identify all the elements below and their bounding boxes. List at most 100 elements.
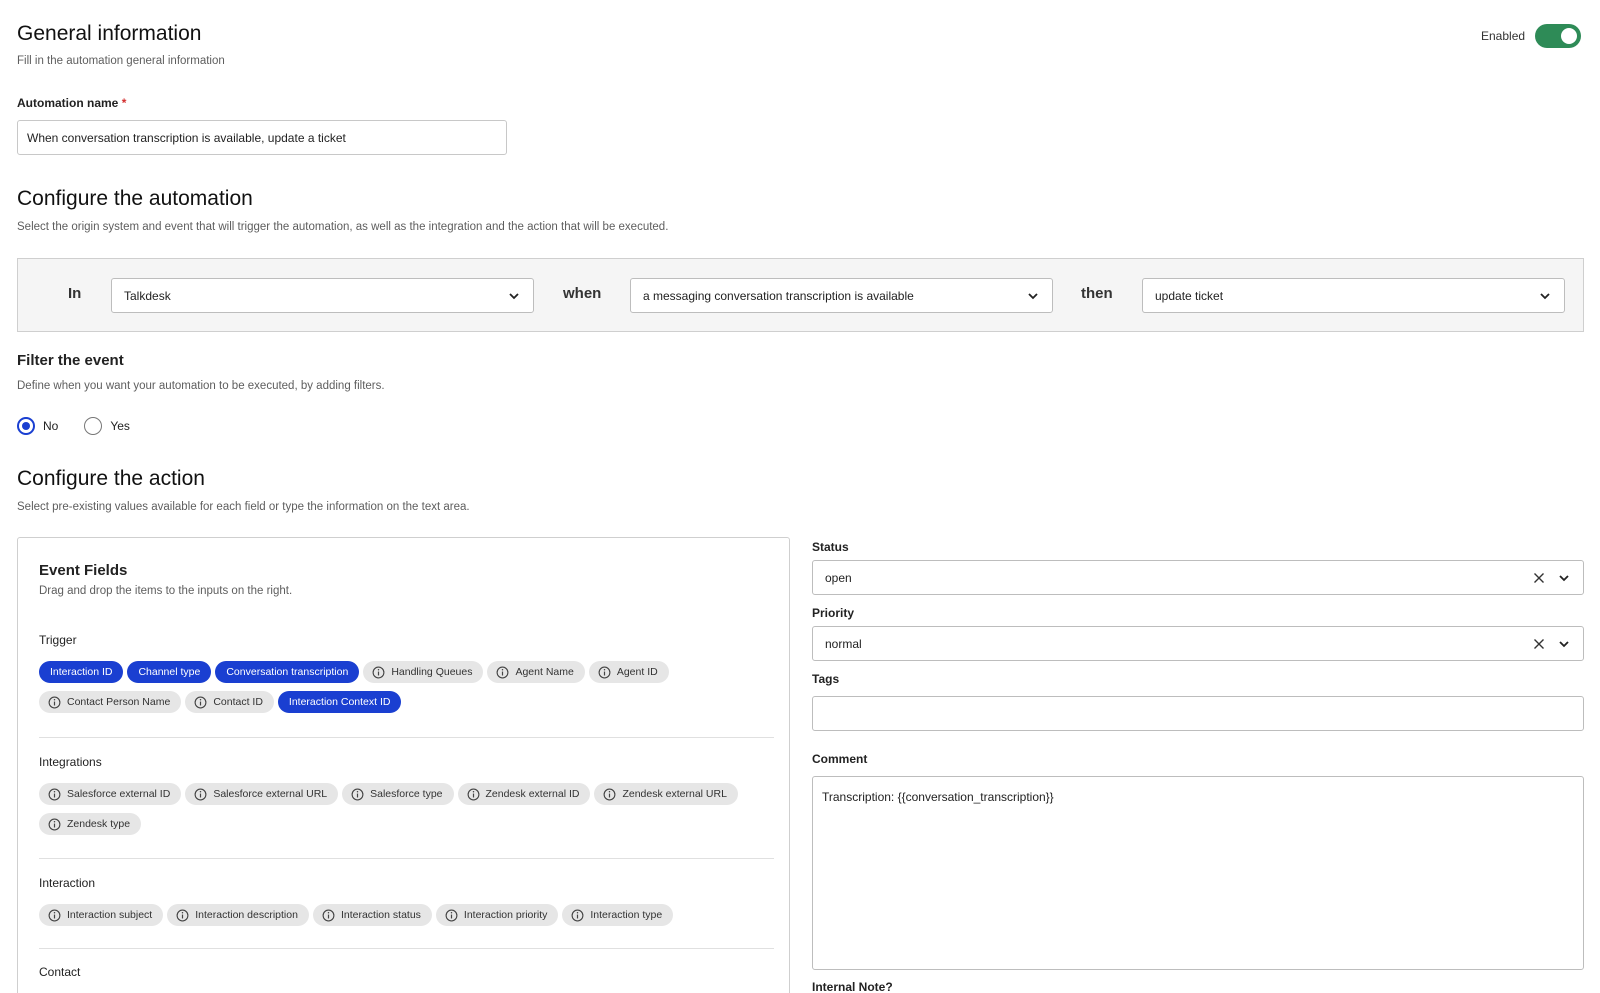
info-icon <box>351 788 364 800</box>
field-chip[interactable]: Interaction ID <box>39 661 124 683</box>
close-icon[interactable] <box>1533 638 1545 650</box>
origin-system-value: Talkdesk <box>124 288 171 303</box>
enabled-toggle[interactable] <box>1535 24 1582 48</box>
chevron-down-icon[interactable] <box>1557 571 1571 585</box>
info-icon <box>467 788 479 800</box>
when-label: when <box>563 285 602 302</box>
group-title-trigger: Trigger <box>39 633 77 647</box>
chips-integrations: Salesforce external ID Salesforce externa… <box>39 783 769 835</box>
enabled-label: Enabled <box>1481 29 1526 43</box>
chevron-down-icon <box>1540 293 1550 300</box>
field-chip[interactable]: Agent ID <box>588 661 669 683</box>
field-chip[interactable]: Agent Name <box>487 661 585 683</box>
action-select[interactable]: update ticket <box>1142 278 1565 313</box>
configure-automation-title: Configure the automation <box>17 187 253 210</box>
general-info-subtitle: Fill in the automation general informati… <box>17 55 225 67</box>
field-chip-label: Zendesk external URL <box>622 788 727 800</box>
field-chip[interactable]: Salesforce external ID <box>39 783 182 805</box>
priority-value: normal <box>825 636 862 651</box>
info-icon <box>571 909 584 921</box>
field-chip-label: Zendesk type <box>67 818 131 830</box>
comment-textarea[interactable]: Transcription: {{conversation_transcript… <box>812 776 1584 970</box>
info-icon <box>48 909 61 921</box>
required-mark: * <box>121 96 127 110</box>
chevron-down-icon <box>1028 293 1038 300</box>
field-chip[interactable]: Zendesk external URL <box>594 783 738 805</box>
field-chip[interactable]: Contact ID <box>185 691 274 713</box>
info-icon <box>322 909 335 921</box>
info-icon <box>194 696 207 708</box>
field-chip-label: Interaction ID <box>50 666 113 678</box>
field-chip-label: Salesforce external URL <box>213 788 328 800</box>
automation-name-input[interactable]: When conversation transcription is avail… <box>17 120 507 155</box>
group-title-interaction: Interaction <box>39 876 96 890</box>
action-value: update ticket <box>1155 288 1224 303</box>
field-chip[interactable]: Zendesk type <box>39 813 142 835</box>
chips-trigger: Interaction ID Channel type Conversation t… <box>39 661 769 713</box>
trigger-config-row: In Talkdesk when a messaging conversatio… <box>17 258 1584 332</box>
priority-select[interactable]: normal <box>812 626 1584 661</box>
info-icon <box>372 666 385 678</box>
field-chip-label: Contact Person Name <box>67 696 171 708</box>
field-chip[interactable]: Contact Person Name <box>39 691 182 713</box>
priority-label: Priority <box>812 606 855 620</box>
field-chip[interactable]: Interaction subject <box>39 904 164 926</box>
group-title-contact: Contact <box>39 965 81 979</box>
info-icon <box>598 666 611 678</box>
event-fields-title: Event Fields <box>39 562 128 579</box>
field-chip[interactable]: Interaction status <box>312 904 432 926</box>
filter-radio-group: No Yes <box>17 417 130 435</box>
field-chip-label: Channel type <box>138 666 201 678</box>
filter-event-subtitle: Define when you want your automation to … <box>17 380 385 392</box>
filter-yes-label: Yes <box>110 419 130 433</box>
field-chip[interactable]: Zendesk external ID <box>457 783 591 805</box>
close-icon[interactable] <box>1533 572 1545 584</box>
field-chip[interactable]: Interaction priority <box>435 904 559 926</box>
field-chip[interactable]: Conversation transcription <box>215 661 360 683</box>
field-chip-label: Salesforce external ID <box>67 788 171 800</box>
info-icon <box>176 909 189 921</box>
field-chip[interactable]: Handling Queues <box>363 661 484 683</box>
field-chip[interactable]: Salesforce type <box>342 783 454 805</box>
filter-no-radio[interactable] <box>17 417 35 435</box>
chips-interaction: Interaction subject Interaction descripti… <box>39 904 769 926</box>
field-chip[interactable]: Channel type <box>127 661 212 683</box>
event-select[interactable]: a messaging conversation transcription i… <box>630 278 1053 313</box>
automation-name-label: Automation name * <box>17 96 126 110</box>
info-icon <box>194 788 207 800</box>
status-value: open <box>825 570 852 585</box>
enabled-toggle-group: Enabled <box>1481 24 1582 48</box>
configure-action-subtitle: Select pre-existing values available for… <box>17 501 470 513</box>
group-title-integrations: Integrations <box>39 755 102 769</box>
filter-yes-radio[interactable] <box>84 417 103 435</box>
field-chip-label: Salesforce type <box>370 788 443 800</box>
filter-event-title: Filter the event <box>17 352 124 369</box>
field-chip[interactable]: Interaction description <box>167 904 309 926</box>
filter-no-label: No <box>43 419 59 433</box>
field-chip-label: Zendesk external ID <box>485 788 580 800</box>
configure-automation-subtitle: Select the origin system and event that … <box>17 221 669 233</box>
field-chip-label: Interaction type <box>590 909 663 921</box>
info-icon <box>48 696 61 708</box>
automation-name-label-text: Automation name <box>17 96 119 110</box>
tags-input[interactable] <box>812 696 1584 731</box>
field-chip-label: Interaction priority <box>463 909 548 921</box>
chevron-down-icon[interactable] <box>1557 637 1571 651</box>
info-icon <box>497 666 509 678</box>
group-divider <box>39 858 774 859</box>
field-chip-label: Contact ID <box>213 696 263 708</box>
field-chip-label: Conversation transcription <box>226 666 349 678</box>
field-chip[interactable]: Interaction Context ID <box>277 691 402 713</box>
field-chip[interactable]: Salesforce external URL <box>185 783 339 805</box>
chevron-down-icon <box>509 293 519 300</box>
radio-dot <box>22 422 30 430</box>
configure-action-title: Configure the action <box>17 467 205 490</box>
comment-label: Comment <box>812 752 868 766</box>
info-icon <box>445 909 458 921</box>
info-icon <box>48 818 61 830</box>
field-chip[interactable]: Interaction type <box>562 904 674 926</box>
status-select[interactable]: open <box>812 560 1584 595</box>
origin-system-select[interactable]: Talkdesk <box>111 278 534 313</box>
event-fields-subtitle: Drag and drop the items to the inputs on… <box>39 585 293 597</box>
status-label: Status <box>812 540 849 554</box>
